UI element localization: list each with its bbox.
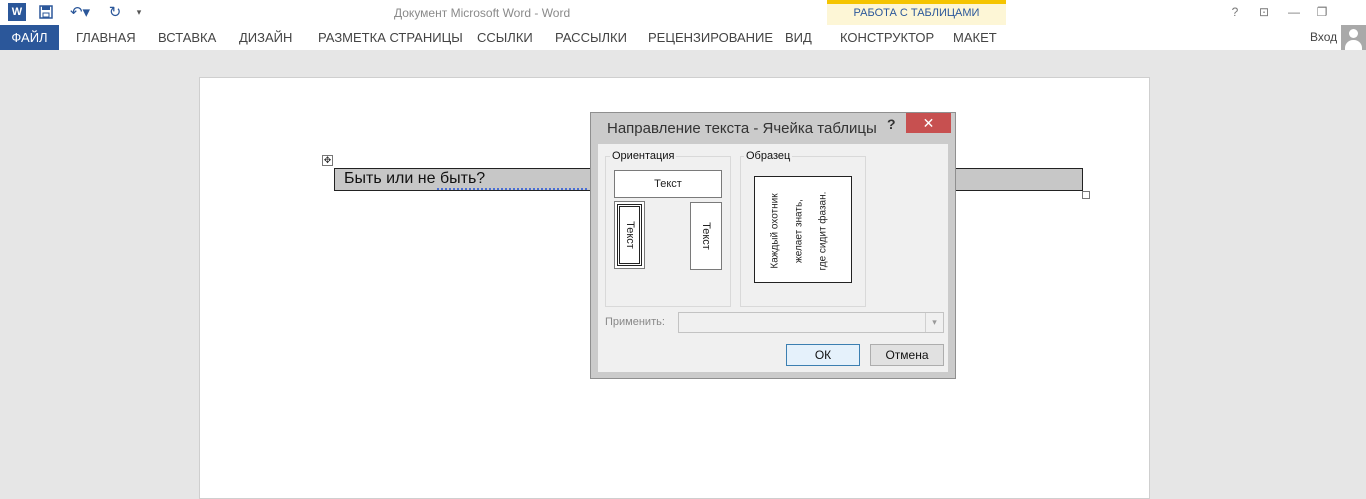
tab-home[interactable]: ГЛАВНАЯ — [76, 25, 136, 50]
tab-design[interactable]: ДИЗАЙН — [239, 25, 292, 50]
dialog-title: Направление текста - Ячейка таблицы — [607, 120, 877, 137]
ribbon-options-icon[interactable]: ⊡ — [1256, 5, 1272, 19]
word-icon: W — [8, 3, 26, 21]
option-label: Текст — [700, 222, 712, 250]
table-cell-text[interactable]: Быть или не быть? — [344, 170, 485, 188]
restore-icon[interactable]: ❐ — [1314, 5, 1330, 19]
title-bar: W ↶▾ ↻ ▾ Документ Microsoft Word - Word … — [0, 0, 1366, 50]
orientation-vertical-down-option[interactable]: Текст — [617, 204, 642, 266]
save-icon[interactable] — [38, 3, 54, 21]
ribbon-tabs: ФАЙЛ ГЛАВНАЯ ВСТАВКА ДИЗАЙН РАЗМЕТКА СТР… — [0, 25, 1366, 50]
redo-icon[interactable]: ↻ — [106, 3, 124, 21]
sign-in-link[interactable]: Вход — [1310, 30, 1337, 44]
text-direction-dialog: Направление текста - Ячейка таблицы ? ✕ … — [590, 112, 956, 379]
chevron-down-icon[interactable]: ▾ — [925, 313, 943, 332]
orientation-vertical-up-option[interactable]: Текст — [690, 202, 722, 270]
context-group-title: РАБОТА С ТАБЛИЦАМИ — [853, 7, 980, 19]
tab-mailings[interactable]: РАССЫЛКИ — [555, 25, 627, 50]
dialog-body: Ориентация Образец Текст Текст Текст Каж… — [598, 144, 948, 372]
table-resize-handle[interactable] — [1082, 191, 1090, 199]
orientation-label: Ориентация — [610, 150, 677, 162]
sample-line: желает знать, — [793, 199, 805, 263]
avatar[interactable] — [1341, 25, 1366, 50]
apply-to-label: Применить: — [605, 316, 665, 328]
option-label: Текст — [654, 178, 682, 190]
close-icon[interactable]: ✕ — [906, 113, 951, 133]
tab-insert[interactable]: ВСТАВКА — [158, 25, 216, 50]
tab-file[interactable]: ФАЙЛ — [0, 25, 59, 50]
tab-table-layout[interactable]: МАКЕТ — [953, 25, 997, 50]
undo-icon[interactable]: ↶▾ — [67, 3, 93, 21]
apply-to-select[interactable]: ▾ — [678, 312, 944, 333]
tab-view[interactable]: ВИД — [785, 25, 812, 50]
orientation-horizontal-option[interactable]: Текст — [614, 170, 722, 198]
sample-line: Каждый охотник — [769, 193, 781, 269]
dialog-help-icon[interactable]: ? — [887, 116, 896, 132]
cancel-button[interactable]: Отмена — [870, 344, 944, 366]
tab-review[interactable]: РЕЦЕНЗИРОВАНИЕ — [648, 25, 773, 50]
sample-label: Образец — [744, 150, 793, 162]
tab-references[interactable]: ССЫЛКИ — [477, 25, 533, 50]
customize-icon[interactable]: ▾ — [134, 3, 144, 21]
sample-line: где сидит фазан. — [817, 191, 829, 271]
tab-table-design[interactable]: КОНСТРУКТОР — [840, 25, 934, 50]
ok-button[interactable]: ОК — [786, 344, 860, 366]
spelling-underline — [437, 188, 589, 190]
tab-page-layout[interactable]: РАЗМЕТКА СТРАНИЦЫ — [318, 25, 463, 50]
option-label: Текст — [623, 221, 636, 249]
window-title: Документ Microsoft Word - Word — [394, 6, 571, 20]
minimize-icon[interactable]: — — [1286, 5, 1302, 19]
help-icon[interactable]: ? — [1227, 5, 1243, 19]
table-move-handle-icon[interactable]: ✥ — [322, 155, 333, 166]
sample-preview: Каждый охотник желает знать, где сидит ф… — [754, 176, 852, 283]
